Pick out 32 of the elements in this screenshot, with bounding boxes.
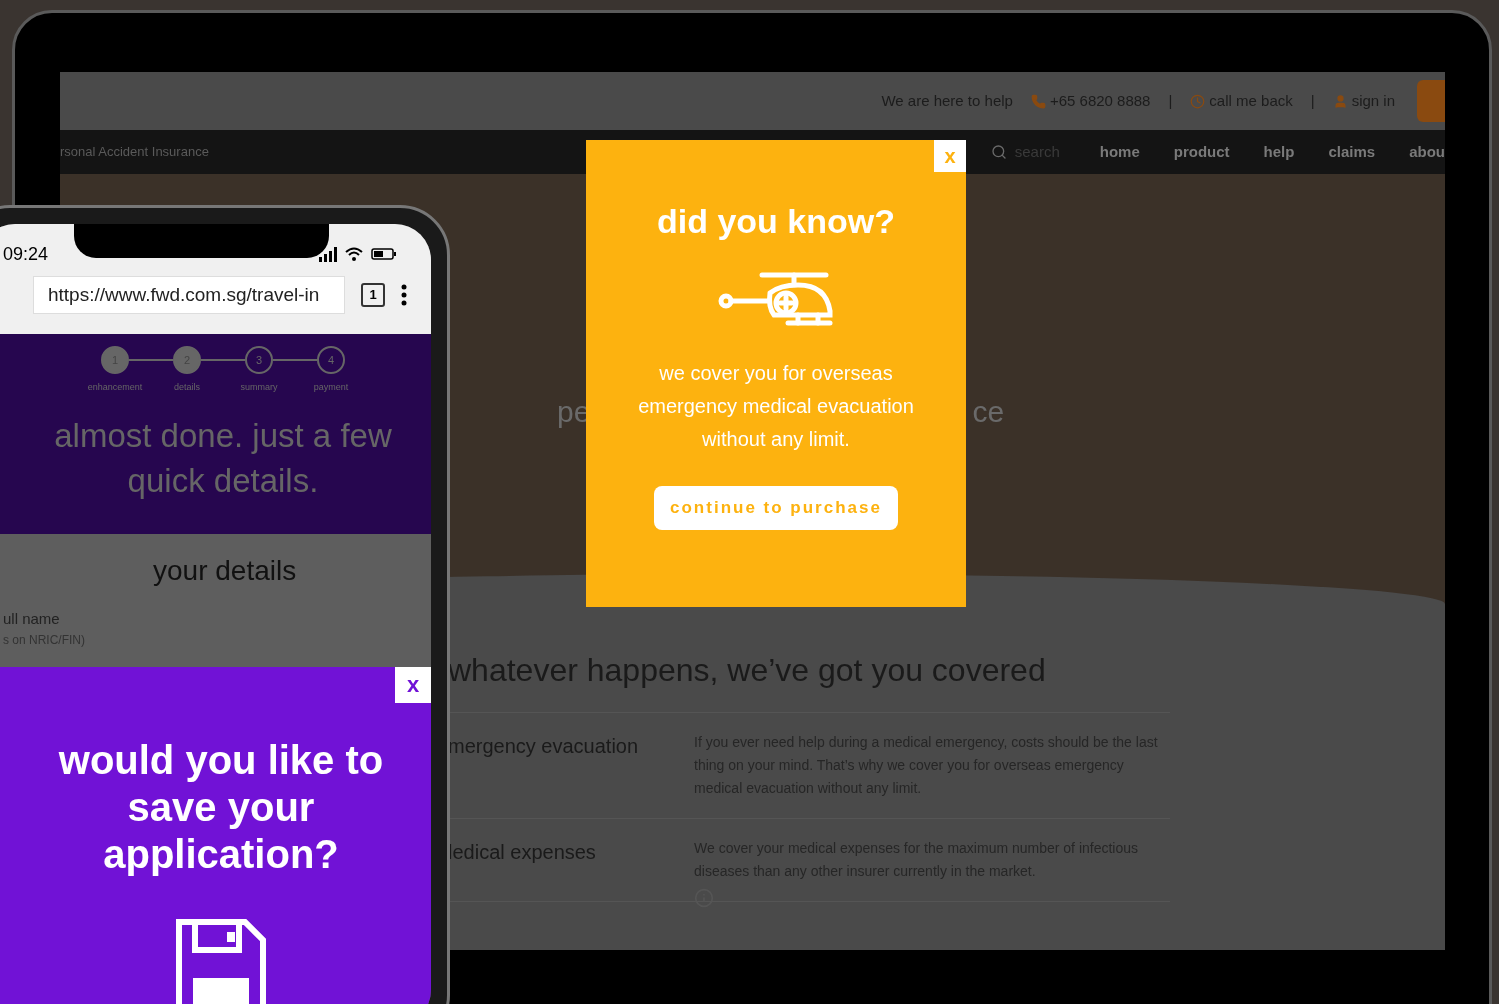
step-label: payment: [313, 381, 349, 394]
separator: |: [1168, 90, 1173, 111]
url-field[interactable]: https://www.fwd.com.sg/travel-in: [33, 276, 345, 314]
separator: |: [1310, 90, 1315, 111]
nav-link[interactable]: claims: [1328, 140, 1376, 164]
nav-link[interactable]: product: [1173, 140, 1230, 164]
field-label: ull name: [3, 609, 61, 629]
user-icon: [1332, 93, 1348, 109]
step-label: details: [174, 381, 200, 394]
tab-count-button[interactable]: 1: [361, 283, 385, 307]
popup-message: we cover you for overseas emergency medical evacuation without any limit.: [637, 361, 915, 452]
clock-icon: [1190, 93, 1206, 109]
close-button[interactable]: x: [395, 667, 431, 703]
header-button[interactable]: [1417, 80, 1445, 122]
step-label: summary: [240, 381, 278, 394]
signal-icon: [319, 246, 337, 262]
popup-title: did you know?: [657, 201, 895, 242]
nav-link[interactable]: abou: [1409, 140, 1445, 164]
step-label: enhancement: [87, 381, 143, 394]
headline: almost done. just a few quick details.: [53, 415, 393, 501]
wifi-icon: [345, 246, 363, 262]
nav-link[interactable]: help: [1263, 140, 1295, 164]
hero-text: ce: [972, 394, 1005, 430]
battery-icon: [371, 248, 397, 260]
popup-title: would you like to save your application?: [57, 737, 385, 878]
breadcrumb: rsonal Accident Insurance: [60, 143, 209, 162]
more-icon[interactable]: [401, 284, 407, 306]
search-icon: [990, 144, 1007, 160]
section-title: your details: [152, 554, 298, 588]
status-time: 09:24: [3, 242, 49, 266]
phone-icon: [1030, 93, 1046, 109]
nav-link[interactable]: home: [1099, 140, 1140, 164]
